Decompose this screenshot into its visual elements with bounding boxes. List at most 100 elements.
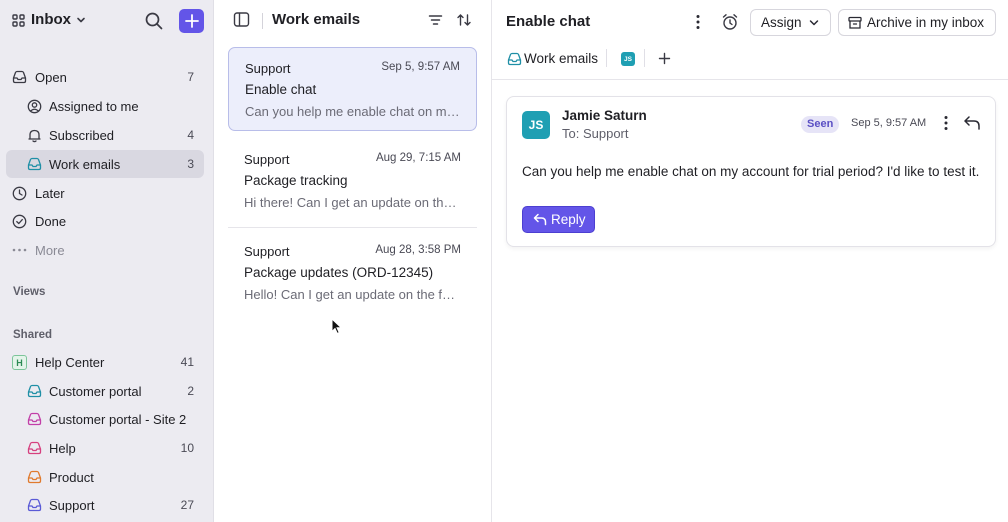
inbox-tag-label[interactable]: Work emails — [524, 51, 598, 66]
sidebar-item-count: 7 — [187, 70, 194, 84]
reply-icon[interactable] — [963, 115, 981, 131]
sort-icon[interactable] — [456, 12, 472, 28]
conversation-tags: Work emails JS — [492, 42, 1008, 80]
sidebar-item-help[interactable]: Help 10 — [6, 434, 204, 462]
sidebar-item-work-emails[interactable]: Work emails 3 — [6, 150, 204, 178]
sidebar-header: Inbox — [0, 0, 214, 42]
plus-icon — [184, 14, 199, 28]
list-title: Work emails — [272, 11, 361, 28]
grid-icon[interactable] — [12, 14, 25, 27]
inbox-icon — [27, 470, 42, 484]
sidebar-item-count: 2 — [187, 384, 194, 398]
sender-name: Jamie Saturn — [562, 108, 647, 123]
conversation-detail: Enable chat Assign Archive in my inbox W… — [492, 0, 1008, 522]
reply-label: Reply — [551, 212, 586, 227]
reply-icon — [533, 213, 547, 226]
sidebar-item-help-center[interactable]: H Help Center 41 — [6, 348, 204, 376]
user-circle-icon — [27, 99, 42, 114]
divider — [262, 13, 263, 29]
sidebar-item-customer-portal-site-2[interactable]: Customer portal - Site 2 — [6, 405, 204, 433]
sidebar-item-label: Work emails — [49, 157, 121, 172]
inbox-icon — [27, 384, 42, 398]
shared-heading[interactable]: Shared — [13, 329, 52, 341]
sidebar-item-subscribed[interactable]: Subscribed 4 — [6, 121, 204, 149]
sidebar-item-label: Support — [49, 498, 95, 513]
sidebar-item-label: Subscribed — [49, 128, 115, 143]
conversation-item[interactable]: Support Sep 5, 9:57 AM Enable chat Can y… — [228, 47, 477, 131]
conversation-preview: Hello! Can I get an update on the fulfil… — [244, 287, 462, 302]
conversation-from: Support — [244, 244, 290, 259]
conversation-item[interactable]: Support Aug 28, 3:58 PM Package updates … — [228, 231, 477, 315]
recipient: To: Support — [562, 126, 629, 141]
inbox-icon — [27, 412, 42, 426]
chevron-down-icon[interactable] — [76, 15, 86, 25]
conversation-list: Work emails Support Sep 5, 9:57 AM Enabl… — [214, 0, 492, 522]
conversation-preview: Can you help me enable chat on my accoun… — [245, 104, 463, 119]
archive-icon — [848, 16, 862, 30]
conversation-time: Aug 29, 7:15 AM — [375, 152, 461, 164]
message-card: JS Jamie Saturn To: Support Seen Sep 5, … — [506, 96, 996, 247]
inbox-icon — [12, 70, 27, 84]
conversation-title: Enable chat — [506, 13, 591, 30]
message-date: Sep 5, 9:57 AM — [851, 117, 927, 129]
status-badge: Seen — [801, 116, 840, 133]
avatar: JS — [522, 111, 550, 139]
reply-button[interactable]: Reply — [522, 206, 595, 233]
sidebar-item-assigned-to-me[interactable]: Assigned to me — [6, 92, 204, 120]
alarm-icon[interactable] — [721, 13, 739, 31]
sidebar-item-label: Customer portal — [49, 384, 142, 399]
sidebar: Inbox Open 7 Assigned to me Subscribed 4 — [0, 0, 214, 522]
inbox-icon — [507, 52, 522, 66]
conversation-item[interactable]: Support Aug 29, 7:15 AM Package tracking… — [228, 139, 477, 223]
assign-button[interactable]: Assign — [750, 9, 831, 36]
sidebar-item-count: 4 — [187, 128, 194, 142]
sidebar-item-done[interactable]: Done — [6, 207, 204, 235]
sidebar-item-product[interactable]: Product — [6, 463, 204, 491]
sidebar-item-label: Help Center — [35, 355, 105, 370]
conversation-subject: Enable chat — [245, 82, 317, 97]
inbox-icon — [27, 441, 42, 455]
sidebar-item-customer-portal[interactable]: Customer portal 2 — [6, 377, 204, 405]
filter-icon[interactable] — [428, 13, 443, 27]
archive-button[interactable]: Archive in my inbox — [838, 9, 996, 36]
sidebar-item-label: Help — [49, 441, 76, 456]
sidebar-item-label: Assigned to me — [49, 99, 139, 114]
sidebar-item-label: More — [35, 243, 65, 258]
conversation-from: Support — [245, 61, 291, 76]
check-circle-icon — [12, 214, 27, 229]
conversation-time: Sep 5, 9:57 AM — [381, 61, 460, 73]
sidebar-item-label: Later — [35, 186, 65, 201]
sidebar-item-later[interactable]: Later — [6, 179, 204, 207]
conversation-preview: Hi there! Can I get an update on the tra… — [244, 195, 462, 210]
kebab-icon[interactable] — [941, 115, 951, 131]
inbox-icon — [27, 157, 42, 171]
sidebar-item-support[interactable]: Support 27 — [6, 491, 204, 519]
views-heading[interactable]: Views — [13, 286, 45, 298]
sidebar-item-open[interactable]: Open 7 — [6, 63, 204, 91]
divider — [228, 227, 477, 228]
message-body: Can you help me enable chat on my accoun… — [522, 164, 980, 179]
archive-label: Archive in my inbox — [867, 15, 985, 30]
divider — [644, 49, 645, 67]
conversation-time: Aug 28, 3:58 PM — [375, 244, 461, 256]
panel-icon[interactable] — [233, 11, 250, 28]
inbox-title[interactable]: Inbox — [31, 11, 71, 28]
divider — [606, 49, 607, 67]
sidebar-item-count: 10 — [180, 441, 194, 455]
kebab-icon[interactable] — [692, 14, 704, 30]
sidebar-item-count: 27 — [180, 498, 194, 512]
cursor-icon — [331, 318, 343, 335]
search-icon[interactable] — [144, 11, 164, 31]
new-conversation-button[interactable] — [179, 9, 204, 33]
assignee-avatar[interactable]: JS — [621, 52, 635, 66]
sidebar-item-label: Customer portal - Site 2 — [49, 412, 187, 427]
add-tag-icon[interactable] — [658, 52, 671, 65]
sidebar-item-count: 41 — [180, 355, 194, 369]
chevron-down-icon — [809, 19, 819, 27]
inbox-icon — [27, 498, 42, 512]
sidebar-item-label: Product — [49, 470, 94, 485]
sidebar-item-count: 3 — [187, 157, 194, 171]
help-center-badge: H — [12, 355, 27, 370]
clock-icon — [12, 186, 27, 201]
sidebar-item-more[interactable]: More — [6, 236, 204, 264]
